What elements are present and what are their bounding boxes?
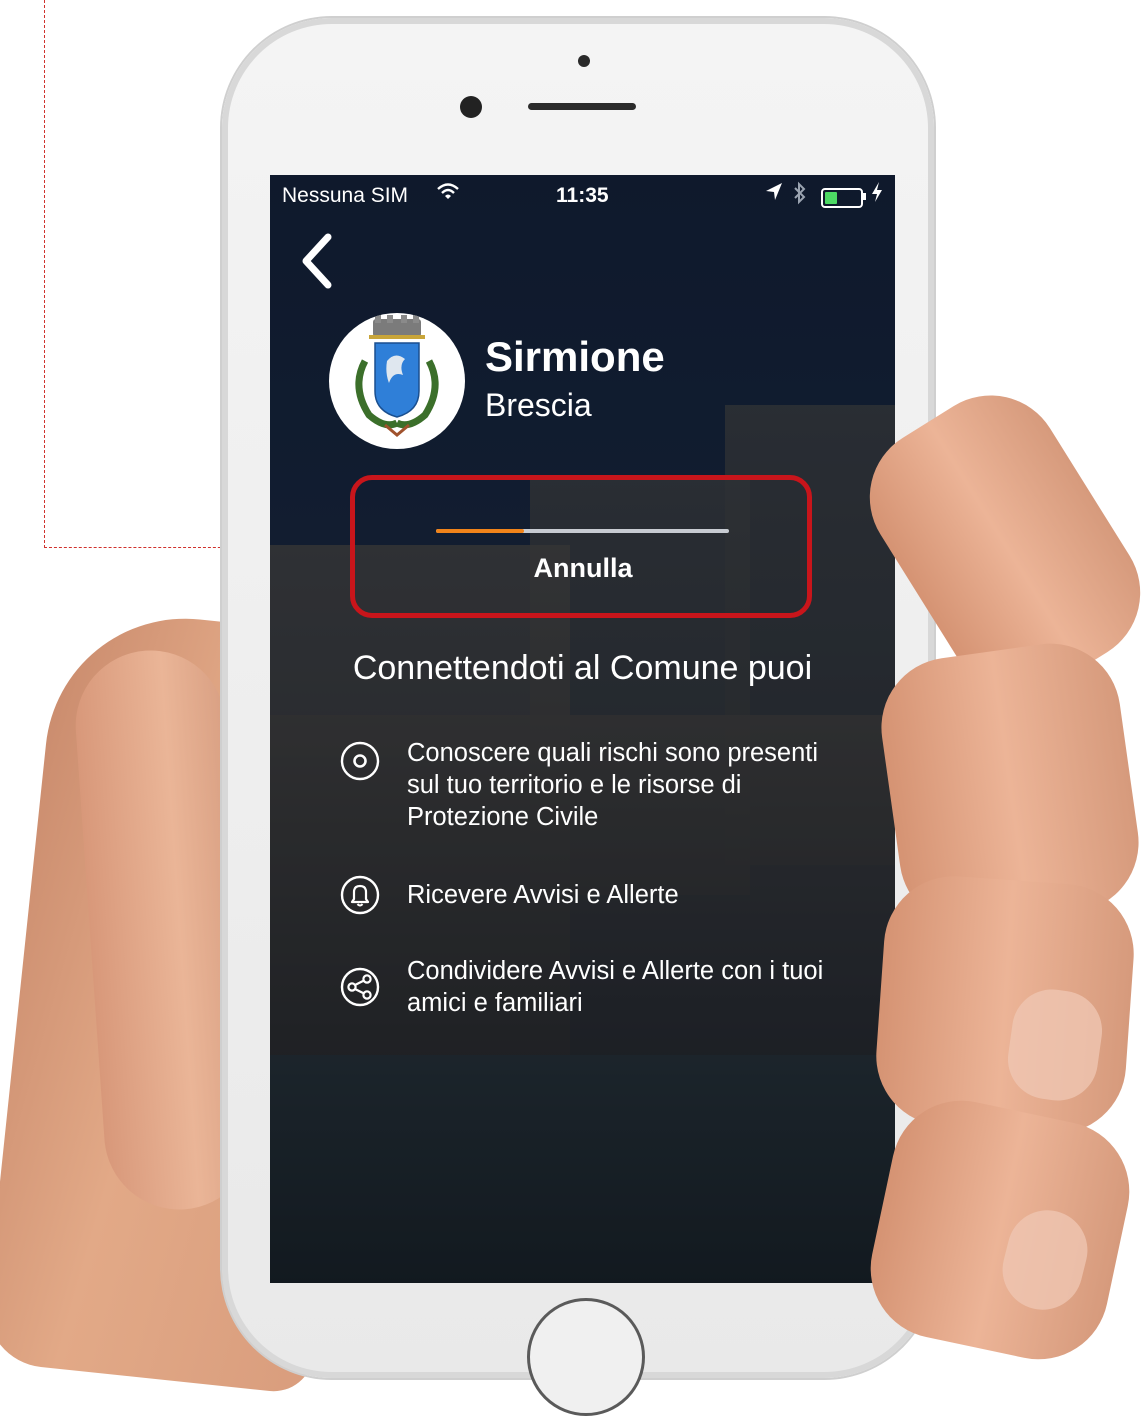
- phone-front-camera: [460, 96, 482, 118]
- location-arrow-icon: [764, 181, 784, 209]
- back-button[interactable]: [298, 233, 338, 289]
- battery-tip: [863, 193, 866, 200]
- phone-speaker: [528, 103, 636, 110]
- wifi-icon: [436, 181, 460, 209]
- clock: 11:35: [556, 184, 609, 207]
- phone-home-button: [527, 1298, 645, 1416]
- radio-target-icon: [340, 741, 380, 781]
- chevron-left-icon: [302, 233, 332, 289]
- highlight-frame: [350, 475, 812, 618]
- charging-bolt-icon: [871, 181, 883, 209]
- battery-icon: [821, 188, 863, 208]
- city-name: Sirmione: [485, 333, 665, 380]
- feature-text: Ricevere Avvisi e Allerte: [407, 881, 679, 909]
- battery-level: [825, 192, 837, 204]
- feature-text: Conoscere quali rischi sono presenti sul…: [407, 739, 819, 831]
- municipality-crest: [329, 313, 465, 449]
- status-bar: Nessuna SIM 11:35: [270, 175, 895, 215]
- share-icon: [340, 967, 380, 1007]
- coat-of-arms-icon: [355, 315, 439, 437]
- app-screen: Nessuna SIM 11:35 Sirmione Brescia Annul…: [270, 175, 895, 1283]
- hand-finger-ring: [871, 871, 1139, 1139]
- province-name: Brescia: [485, 387, 592, 423]
- features-title: Connettendoti al Comune puoi: [352, 649, 813, 687]
- phone-sensor: [578, 55, 590, 67]
- feature-text: Condividere Avvisi e Allerte con i tuoi …: [407, 957, 824, 1017]
- bell-icon: [340, 875, 380, 915]
- bluetooth-icon: [792, 181, 808, 211]
- carrier-label: Nessuna SIM: [282, 184, 409, 207]
- annotation-guide-vertical: [44, 0, 45, 548]
